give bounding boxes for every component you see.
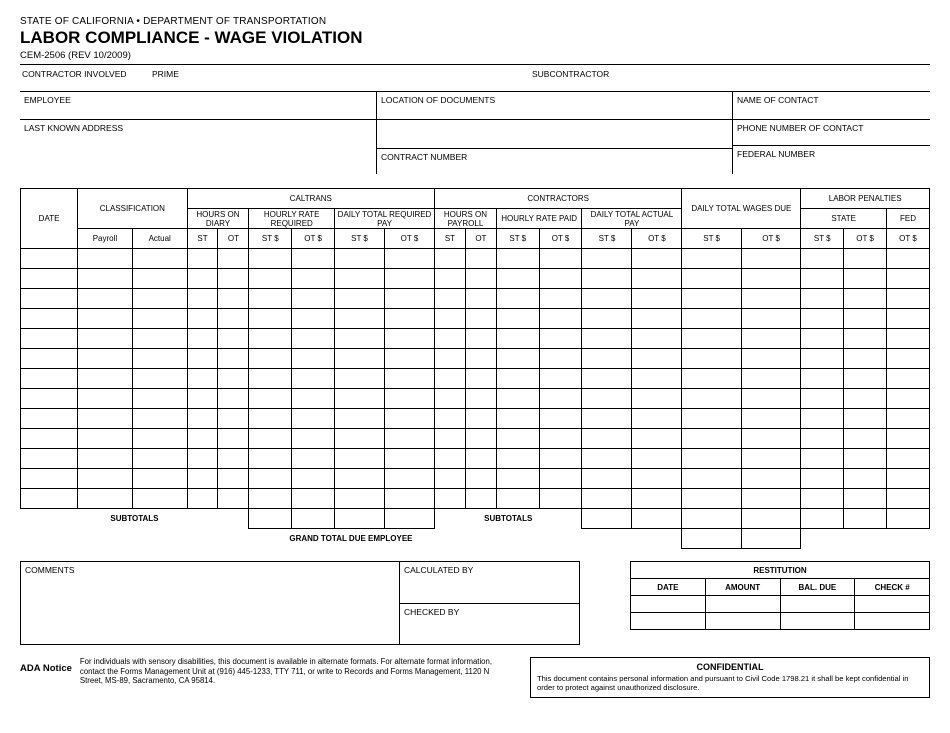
header-form-id: CEM-2506 (REV 10/2009)	[20, 50, 930, 61]
field-phone-contact[interactable]: PHONE NUMBER OF CONTACT	[733, 120, 930, 146]
th-sub-otd: OT $	[384, 229, 434, 249]
confidential-box: CONFIDENTIAL This document contains pers…	[530, 657, 930, 698]
th-date: DATE	[21, 189, 78, 249]
th-sub-std: ST $	[582, 229, 632, 249]
table-row[interactable]	[21, 249, 930, 269]
ada-body: For individuals with sensory disabilitie…	[80, 657, 500, 686]
th-sub-std: ST $	[335, 229, 385, 249]
field-employee[interactable]: EMPLOYEE	[20, 92, 376, 120]
table-row[interactable]	[21, 289, 930, 309]
ada-notice: ADA Notice For individuals with sensory …	[20, 657, 500, 686]
th-rest-amount: AMOUNT	[705, 579, 780, 596]
field-comments[interactable]: COMMENTS	[20, 561, 400, 645]
th-hourly-rate-paid: HOURLY RATE PAID	[496, 209, 582, 229]
field-name-contact[interactable]: NAME OF CONTACT	[732, 92, 930, 120]
header-state-line: STATE OF CALIFORNIA • DEPARTMENT OF TRAN…	[20, 16, 930, 27]
th-sub-ot: OT	[465, 229, 496, 249]
th-rest-check: CHECK #	[855, 579, 930, 596]
th-labor-penalties: LABOR PENALTIES	[801, 189, 930, 209]
label-subtotals-left: SUBTOTALS	[21, 509, 249, 529]
confidential-body: This document contains personal informat…	[537, 674, 923, 693]
header-title: LABOR COMPLIANCE - WAGE VIOLATION	[20, 28, 930, 48]
th-state: STATE	[801, 209, 887, 229]
th-restitution: RESTITUTION	[631, 562, 930, 579]
label-subcontractor: SUBCONTRACTOR	[530, 65, 930, 92]
table-row[interactable]	[21, 349, 930, 369]
field-location-documents[interactable]: LOCATION OF DOCUMENTS	[376, 92, 732, 120]
table-row[interactable]	[21, 269, 930, 289]
th-sub-otd: OT $	[292, 229, 335, 249]
field-checked-by[interactable]: CHECKED BY	[400, 604, 580, 646]
th-sub-otd: OT $	[844, 229, 887, 249]
th-hours-diary: HOURS ON DIARY	[187, 209, 249, 229]
th-wages-due: DAILY TOTAL WAGES DUE	[682, 189, 801, 229]
label-subtotals-right: SUBTOTALS	[435, 509, 582, 529]
field-federal-number[interactable]: FEDERAL NUMBER	[733, 146, 930, 171]
th-rest-bal: BAL. DUE	[780, 579, 855, 596]
wage-table: DATE CLASSIFICATION CALTRANS CONTRACTORS…	[20, 188, 930, 549]
field-last-known-address[interactable]: LAST KNOWN ADDRESS	[20, 120, 376, 174]
th-sub-st: ST	[187, 229, 218, 249]
table-row[interactable]	[21, 409, 930, 429]
th-fed: FED	[886, 209, 929, 229]
table-row[interactable]	[21, 469, 930, 489]
grand-total-row: GRAND TOTAL DUE EMPLOYEE	[21, 529, 930, 549]
th-sub-actual: Actual	[132, 229, 187, 249]
th-daily-total-actual: DAILY TOTAL ACTUAL PAY	[582, 209, 682, 229]
th-sub-payroll: Payroll	[78, 229, 133, 249]
table-row[interactable]	[21, 309, 930, 329]
th-rest-date: DATE	[631, 579, 706, 596]
confidential-heading: CONFIDENTIAL	[537, 662, 923, 672]
th-sub-std: ST $	[801, 229, 844, 249]
restitution-table: RESTITUTION DATE AMOUNT BAL. DUE CHECK #	[630, 561, 930, 630]
th-hourly-rate-req: HOURLY RATE REQUIRED	[249, 209, 335, 229]
restitution-row[interactable]	[631, 613, 930, 630]
label-grand-total: GRAND TOTAL DUE EMPLOYEE	[21, 529, 682, 549]
table-row[interactable]	[21, 449, 930, 469]
th-sub-std: ST $	[496, 229, 539, 249]
table-row[interactable]	[21, 429, 930, 449]
table-row[interactable]	[21, 489, 930, 509]
field-contract-number[interactable]: CONTRACT NUMBER	[377, 148, 732, 174]
th-sub-otd: OT $	[632, 229, 682, 249]
th-sub-std: ST $	[249, 229, 292, 249]
label-prime: PRIME	[150, 65, 530, 92]
th-group-caltrans: CALTRANS	[187, 189, 434, 209]
table-row[interactable]	[21, 329, 930, 349]
restitution-row[interactable]	[631, 596, 930, 613]
th-hours-payroll: HOURS ON PAYROLL	[435, 209, 497, 229]
th-classification: CLASSIFICATION	[78, 189, 187, 229]
th-sub-otd: OT $	[539, 229, 582, 249]
th-daily-total-req: DAILY TOTAL REQUIRED PAY	[335, 209, 435, 229]
th-sub-std: ST $	[682, 229, 741, 249]
table-row[interactable]	[21, 389, 930, 409]
th-sub-ot: OT	[218, 229, 249, 249]
table-row[interactable]	[21, 369, 930, 389]
th-sub-otd: OT $	[741, 229, 800, 249]
subtotals-row: SUBTOTALS SUBTOTALS	[21, 509, 930, 529]
th-sub-st: ST	[435, 229, 466, 249]
th-sub-otd: OT $	[886, 229, 929, 249]
field-calculated-by[interactable]: CALCULATED BY	[400, 561, 580, 604]
th-group-contractors: CONTRACTORS	[435, 189, 682, 209]
label-contractor-involved: CONTRACTOR INVOLVED	[20, 65, 150, 92]
ada-heading: ADA Notice	[20, 657, 72, 686]
